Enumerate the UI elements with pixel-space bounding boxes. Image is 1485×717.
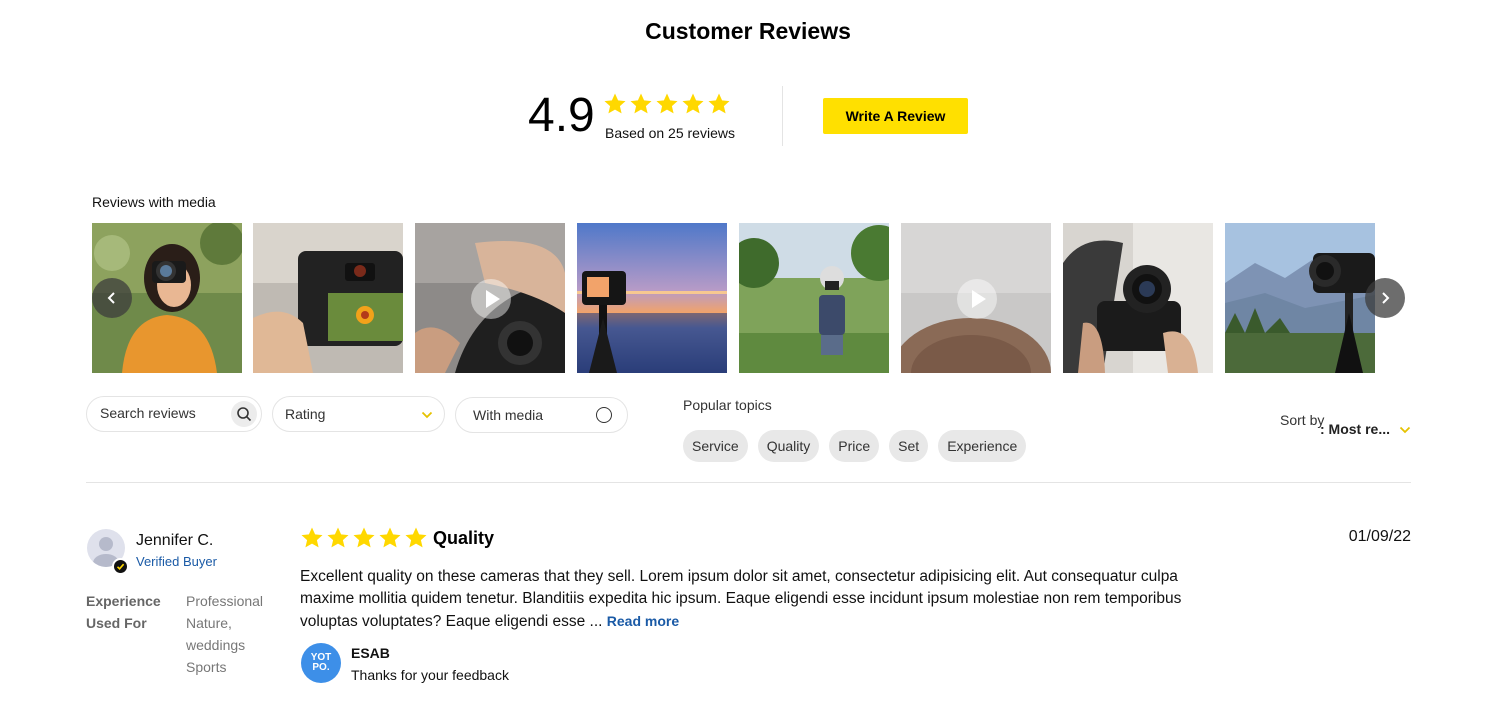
star-icon [630,93,652,114]
read-more-link[interactable]: Read more [607,613,679,629]
topic-chips: Service Quality Price Set Experience [683,430,1027,462]
attribute-value: weddings [186,637,246,653]
star-icon [708,93,730,114]
media-thumbnail[interactable] [253,223,403,373]
topic-chip-set[interactable]: Set [889,430,929,462]
review-count: Based on 25 reviews [605,125,735,141]
attribute-value: Nature, [186,615,232,631]
popular-topics-label: Popular topics [683,397,772,413]
search-reviews [86,396,262,432]
chevron-right-icon [1382,292,1390,304]
search-icon[interactable] [231,401,257,427]
review-body: Excellent quality on these cameras that … [300,566,1200,633]
topic-chip-service[interactable]: Service [683,430,748,462]
review-text: Excellent quality on these cameras that … [300,568,1182,630]
attribute-value: Sports [186,659,227,675]
topic-chip-quality[interactable]: Quality [757,430,820,462]
review-stars [300,526,428,550]
with-media-label: With media [473,407,544,423]
star-icon [327,527,349,548]
rating-dropdown-label: Rating [285,406,326,422]
average-rating: 4.9 [528,89,595,142]
gallery-prev-button[interactable] [92,278,132,318]
star-icon [379,527,401,548]
sort-chevron-down-icon[interactable] [1399,426,1411,434]
star-icon [405,527,427,548]
search-input[interactable] [100,405,230,421]
media-thumbnail[interactable] [577,223,727,373]
star-icon [353,527,375,548]
attribute-label: Experience Used For [86,593,161,631]
star-icon [604,93,626,114]
reviewer-name: Jennifer C. [136,532,214,549]
star-icon [301,527,323,548]
summary-divider [782,86,783,146]
media-thumbnail[interactable] [1225,223,1375,373]
review-date: 01/09/22 [1348,528,1411,545]
page-title: Customer Reviews [645,18,851,44]
media-thumbnail[interactable] [415,223,565,373]
with-media-radio[interactable] [596,407,612,423]
yotpo-logo-icon: YOT PO. [301,643,341,683]
reply-author: ESAB [351,645,390,661]
filters-divider [86,482,1411,483]
media-section-label: Reviews with media [92,194,216,210]
average-stars [603,92,731,116]
reply-text: Thanks for your feedback [351,667,509,683]
rating-dropdown[interactable]: Rating [272,396,445,432]
star-icon [656,93,678,114]
chevron-left-icon [107,292,115,304]
sort-dropdown[interactable]: : Most re... [1320,421,1390,437]
topic-chip-price[interactable]: Price [829,430,880,462]
media-thumbnail[interactable] [901,223,1051,373]
verified-badge-icon [112,558,129,575]
with-media-filter[interactable]: With media [455,397,628,433]
write-review-button[interactable]: Write A Review [823,98,968,134]
attribute-value: Professional [186,593,264,609]
chevron-down-icon [421,411,433,419]
sort-by-label: Sort by [1280,412,1325,428]
review-title: Quality [433,528,495,548]
media-thumbnail[interactable] [739,223,889,373]
verified-buyer-label: Verified Buyer [136,554,217,569]
topic-chip-experience[interactable]: Experience [938,430,1027,462]
media-thumbnail[interactable] [1063,223,1213,373]
play-icon[interactable] [957,279,997,319]
star-icon [682,93,704,114]
play-icon[interactable] [471,279,511,319]
gallery-next-button[interactable] [1365,278,1405,318]
attribute-values: Professional Nature, weddings Sports [186,590,263,678]
